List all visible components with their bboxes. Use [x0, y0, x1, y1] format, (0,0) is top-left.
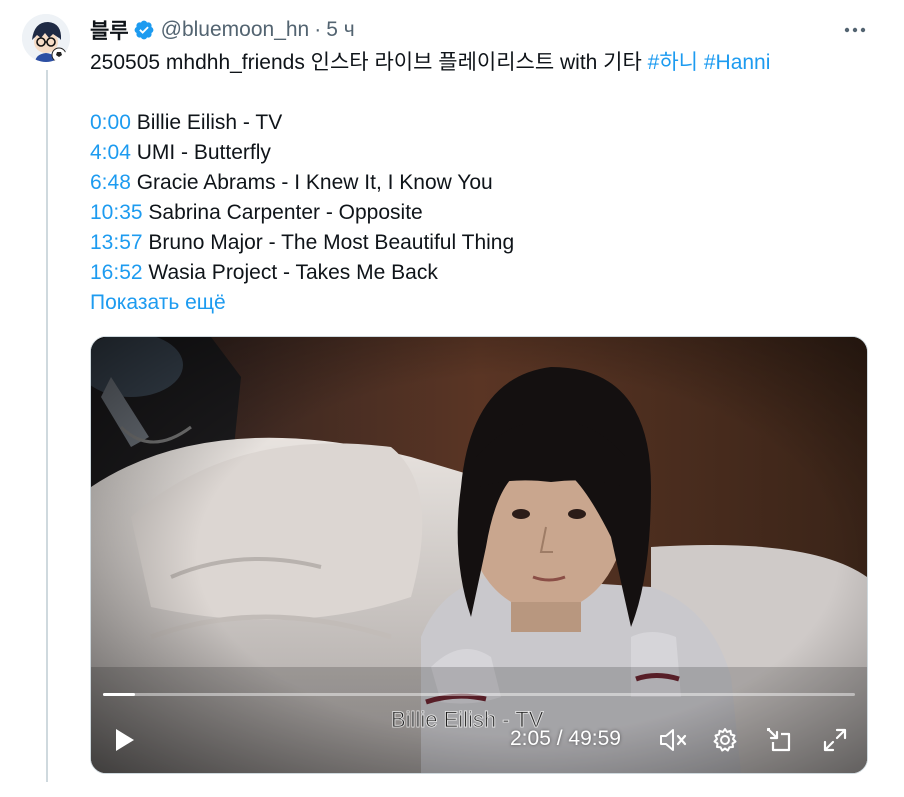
- hashtag-link[interactable]: #Hanni: [704, 51, 771, 74]
- time-separator: /: [550, 727, 569, 750]
- mute-icon: [660, 729, 687, 751]
- track-title: Gracie Abrams - I Knew It, I Know You: [136, 171, 493, 194]
- tweet-text: 250505 mhdhh_friends 인스타 라이브 플레이리스트 with…: [90, 48, 770, 78]
- track-timestamp-link[interactable]: 10:35: [90, 201, 143, 224]
- settings-icon: [713, 728, 737, 752]
- track-title: Sabrina Carpenter - Opposite: [148, 201, 423, 224]
- video-timecode: 2:05 / 49:59: [510, 727, 621, 751]
- current-time: 2:05: [510, 727, 551, 750]
- duration: 49:59: [568, 727, 621, 750]
- track-title: Wasia Project - Takes Me Back: [148, 261, 438, 284]
- display-name[interactable]: 블루: [90, 15, 129, 45]
- track-title: Bruno Major - The Most Beautiful Thing: [148, 231, 515, 254]
- tweet-text-main: 250505 mhdhh_friends 인스타 라이브 플레이리스트 with…: [90, 51, 642, 74]
- tweet-header: 블루 @bluemoon_hn · 5 ч: [90, 14, 355, 46]
- track-line: 6:48 Gracie Abrams - I Knew It, I Know Y…: [90, 168, 493, 198]
- play-button[interactable]: [109, 725, 139, 755]
- mute-button[interactable]: [657, 725, 689, 755]
- thread-line: [46, 70, 48, 782]
- track-timestamp-link[interactable]: 13:57: [90, 231, 143, 254]
- verified-badge-icon[interactable]: [133, 19, 155, 41]
- video-progress-fill: [103, 693, 135, 696]
- timestamp[interactable]: 5 ч: [326, 18, 354, 42]
- track-line: 4:04 UMI - Butterfly: [90, 138, 271, 168]
- user-handle[interactable]: @bluemoon_hn: [161, 18, 310, 42]
- pop-out-button[interactable]: [763, 725, 795, 755]
- track-title: Billie Eilish - TV: [136, 111, 283, 134]
- hashtag-link[interactable]: #하니: [648, 51, 698, 74]
- fullscreen-button[interactable]: [819, 725, 851, 755]
- video-progress-bar[interactable]: [103, 693, 855, 696]
- more-dots-icon: [844, 27, 866, 33]
- separator-dot: ·: [314, 18, 322, 41]
- track-title: UMI - Butterfly: [136, 141, 271, 164]
- track-line: 16:52 Wasia Project - Takes Me Back: [90, 258, 438, 288]
- show-more-link[interactable]: Показать ещё: [90, 288, 226, 318]
- fullscreen-icon: [823, 728, 847, 752]
- track-timestamp-link[interactable]: 0:00: [90, 111, 131, 134]
- play-icon: [116, 729, 134, 751]
- pop-out-icon: [766, 727, 791, 752]
- avatar[interactable]: [22, 14, 70, 62]
- track-timestamp-link[interactable]: 16:52: [90, 261, 143, 284]
- track-line: 13:57 Bruno Major - The Most Beautiful T…: [90, 228, 514, 258]
- track-timestamp-link[interactable]: 6:48: [90, 171, 131, 194]
- track-timestamp-link[interactable]: 4:04: [90, 141, 131, 164]
- more-icon[interactable]: [842, 20, 868, 40]
- track-line: 10:35 Sabrina Carpenter - Opposite: [90, 198, 423, 228]
- settings-button[interactable]: [709, 725, 741, 755]
- video-player[interactable]: Billie Eilish - TV 2:05 / 49:59: [90, 336, 868, 774]
- track-line: 0:00 Billie Eilish - TV: [90, 108, 282, 138]
- avatar-image: [22, 14, 70, 62]
